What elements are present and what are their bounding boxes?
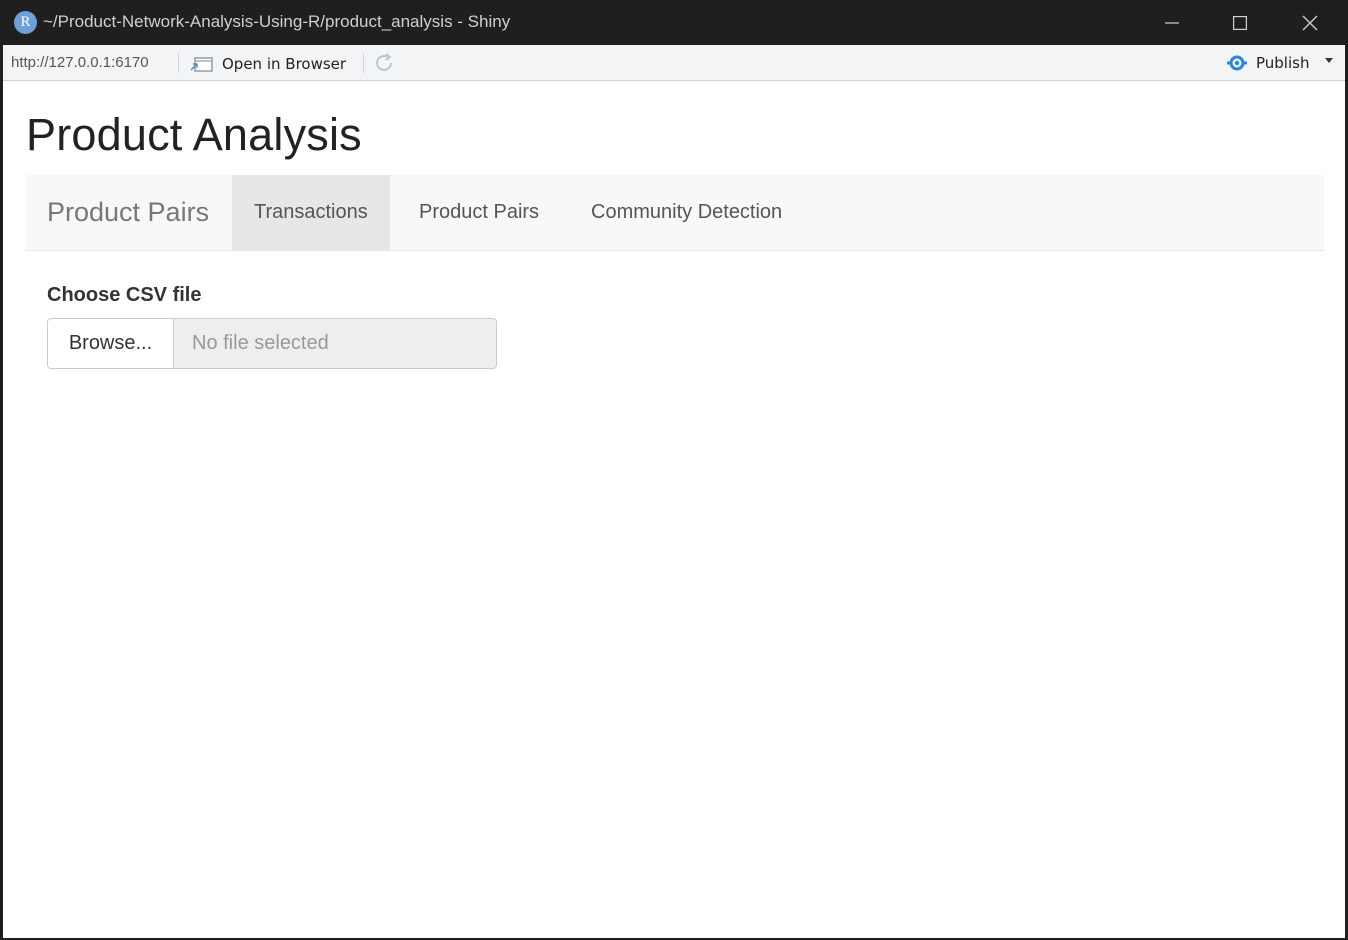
csv-file-label: Choose CSV file: [47, 284, 202, 306]
file-name-field[interactable]: No file selected: [174, 318, 497, 369]
tab-community-detection[interactable]: Community Detection: [569, 175, 804, 250]
navbar: Product Pairs Transactions Product Pairs…: [25, 175, 1324, 251]
close-icon: [1302, 15, 1318, 30]
toolbar-divider: [363, 53, 364, 73]
maximize-icon: [1233, 15, 1247, 30]
r-app-icon: R: [14, 11, 37, 34]
viewer-toolbar: http://127.0.0.1:6170 Open in Browser Pu…: [3, 45, 1345, 81]
page-title: Product Analysis: [26, 109, 362, 160]
minimize-button[interactable]: [1138, 0, 1206, 45]
publish-dropdown-caret-icon[interactable]: [1325, 58, 1333, 63]
window-title: ~/Product-Network-Analysis-Using-R/produ…: [43, 12, 511, 31]
toolbar-divider: [178, 53, 179, 73]
publish-button[interactable]: Publish: [1225, 51, 1309, 75]
open-in-browser-icon: [190, 57, 213, 72]
close-window-button[interactable]: [1276, 0, 1344, 45]
window-title-bar: R ~/Product-Network-Analysis-Using-R/pro…: [0, 0, 1348, 45]
browse-button[interactable]: Browse...: [47, 318, 174, 369]
csv-file-input: Browse... No file selected: [47, 318, 497, 369]
refresh-button[interactable]: [372, 51, 396, 75]
maximize-button[interactable]: [1206, 0, 1274, 45]
shiny-app-content: Product Analysis Product Pairs Transacti…: [3, 81, 1345, 938]
publish-icon: [1227, 55, 1247, 71]
refresh-icon: [376, 53, 392, 71]
publish-label: Publish: [1256, 54, 1310, 72]
open-in-browser-label: Open in Browser: [222, 55, 347, 73]
url-text[interactable]: http://127.0.0.1:6170: [11, 54, 149, 71]
tab-product-pairs[interactable]: Product Pairs: [397, 175, 561, 250]
open-in-browser-button[interactable]: Open in Browser: [190, 53, 346, 75]
navbar-brand[interactable]: Product Pairs: [47, 197, 209, 228]
minimize-icon: [1165, 21, 1179, 24]
tab-transactions[interactable]: Transactions: [232, 175, 390, 250]
